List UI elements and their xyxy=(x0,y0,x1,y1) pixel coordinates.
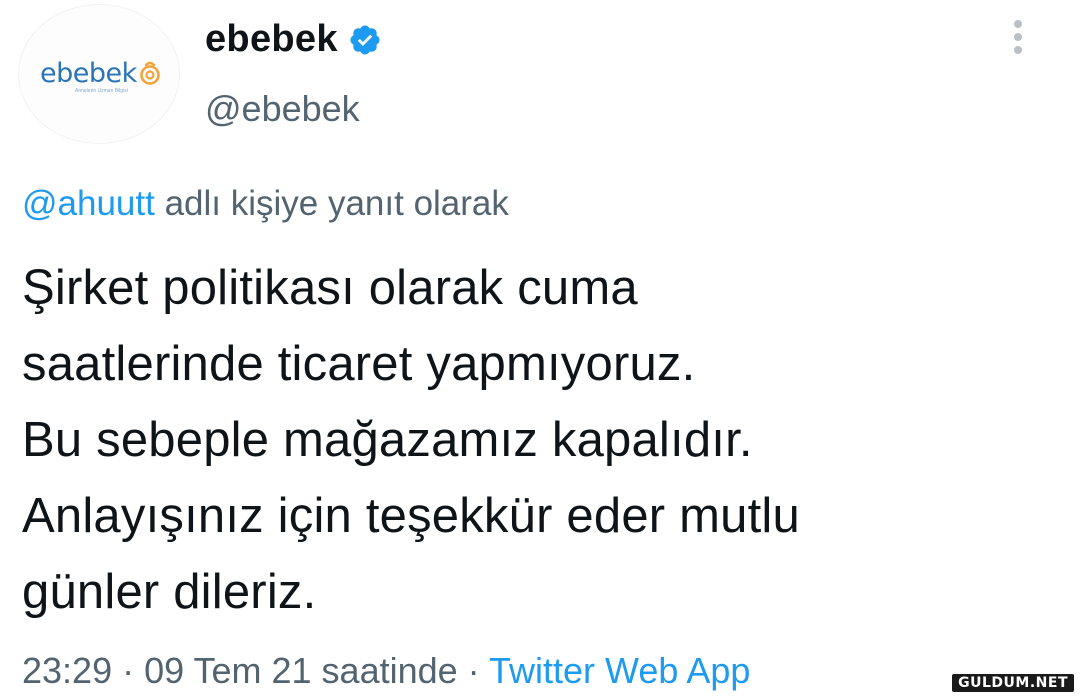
author-handle[interactable]: @ebebek xyxy=(205,88,360,130)
brand-logo-icon xyxy=(139,61,160,85)
tweet-text: Şirket politikası olarak cuma saatlerind… xyxy=(22,261,800,619)
more-dot xyxy=(1014,33,1022,41)
tweet-source-link[interactable]: Twitter Web App xyxy=(489,650,750,691)
meta-separator: · xyxy=(457,650,489,691)
tweet-metadata: 23:29 · 09 Tem 21 saatinde · Twitter Web… xyxy=(22,650,750,692)
meta-separator: · xyxy=(112,650,145,691)
brand-logo: ebebek xyxy=(40,58,162,89)
brand-tagline: Annelerin Uzman Bilgisi xyxy=(75,88,128,94)
tweet-date[interactable]: 09 Tem 21 saatinde xyxy=(144,650,458,691)
author-name-row[interactable]: ebebek xyxy=(205,18,382,61)
avatar[interactable]: ebebek Annelerin Uzman Bilgisi xyxy=(18,4,180,144)
more-dot xyxy=(1014,20,1022,28)
more-options-icon[interactable] xyxy=(1006,20,1030,60)
tweet-card: ebebek Annelerin Uzman Bilgisi ebebek @e… xyxy=(0,0,1080,696)
reply-mention-link[interactable]: @ahuutt xyxy=(22,184,155,223)
more-dot xyxy=(1014,46,1022,54)
brand-logo-text: ebebek xyxy=(40,58,137,89)
reply-context: @ahuutt adlı kişiye yanıt olarak xyxy=(22,184,509,224)
display-name[interactable]: ebebek xyxy=(205,18,338,61)
tweet-time[interactable]: 23:29 xyxy=(22,650,112,691)
verified-badge-icon xyxy=(350,24,380,55)
site-watermark: GULDUM.NET xyxy=(952,674,1074,692)
reply-context-text: adlı kişiye yanıt olarak xyxy=(154,184,509,223)
